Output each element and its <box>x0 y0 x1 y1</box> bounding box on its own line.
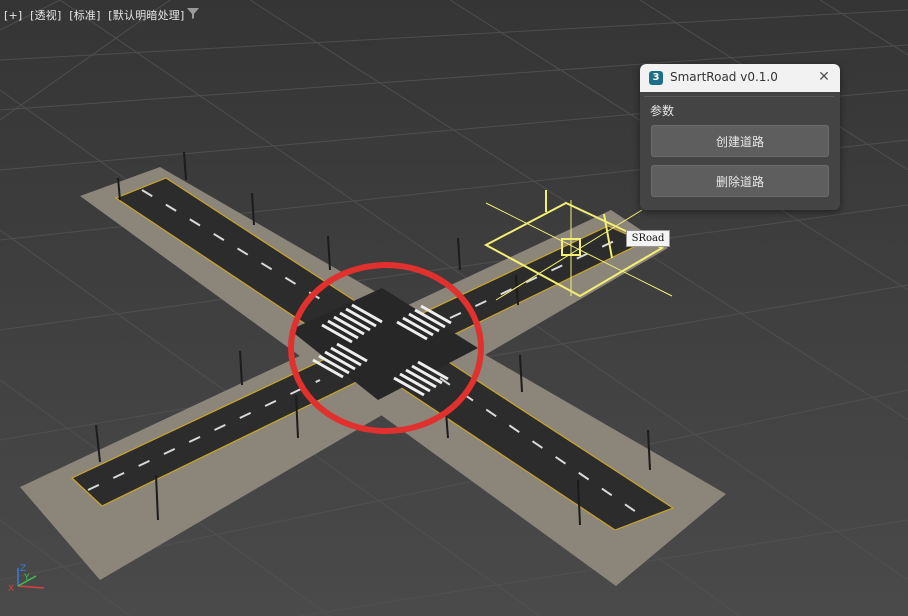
close-icon[interactable]: ✕ <box>816 69 832 85</box>
axis-label-y: Y <box>23 573 30 583</box>
smartroad-panel: 3 SmartRoad v0.1.0 ✕ 参数 创建道路 删除道路 <box>640 64 840 210</box>
create-road-button[interactable]: 创建道路 <box>651 125 829 157</box>
viewport-label-bar: [+] [透视] [标准] [默认明暗处理] <box>4 7 188 23</box>
axis-gizmo: X Z Y <box>8 564 45 592</box>
funnel-icon[interactable] <box>186 6 200 20</box>
viewport-menu-perspective[interactable]: [透视] <box>30 9 61 22</box>
panel-titlebar[interactable]: 3 SmartRoad v0.1.0 ✕ <box>640 64 840 92</box>
viewport-menu-standard[interactable]: [标准] <box>69 9 100 22</box>
axis-label-x: X <box>8 584 14 592</box>
3dsmax-icon: 3 <box>649 71 663 85</box>
viewport-menu-shading[interactable]: [默认明暗处理] <box>108 9 184 22</box>
panel-title: SmartRoad v0.1.0 <box>670 70 778 84</box>
viewport-menu-plus[interactable]: [+] <box>4 9 22 22</box>
delete-road-button[interactable]: 删除道路 <box>651 165 829 197</box>
object-name-tag: SRoad <box>626 230 670 247</box>
parameters-label: 参数 <box>650 104 675 118</box>
